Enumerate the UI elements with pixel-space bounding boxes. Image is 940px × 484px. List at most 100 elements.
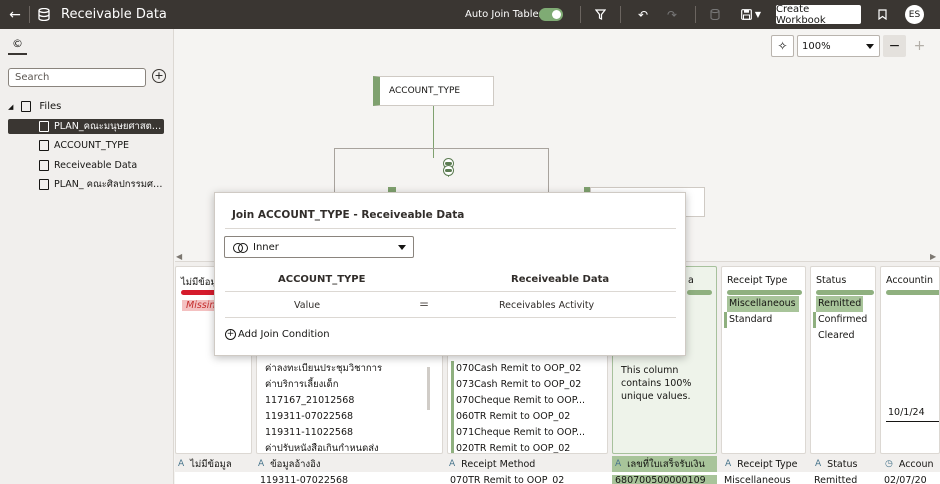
tree-item-plan-fine-arts[interactable]: PLAN_ คณะศิลปกรรมศาส... (8, 177, 164, 192)
folder-icon (21, 101, 32, 112)
add-join-condition-button[interactable]: + Add Join Condition (225, 329, 330, 340)
join-icon[interactable] (443, 165, 454, 176)
value-item: 070Cheque Remit to OOP... (450, 393, 585, 409)
divider (29, 6, 30, 23)
add-join-condition-label: Add Join Condition (238, 329, 330, 340)
chevron-down-icon (398, 245, 406, 250)
join-operator[interactable]: = (419, 297, 429, 311)
value-item: 119311-07022568 (265, 411, 354, 422)
auto-arrange-wand-icon[interactable]: ✧ (771, 35, 794, 57)
create-workbook-button[interactable]: Create Workbook (776, 4, 861, 26)
value-item: 020TR Remit to OOP_02 (450, 441, 585, 453)
zoom-value: 100% (802, 40, 831, 52)
column-header-receipt-method[interactable]: A Receipt Method (449, 456, 609, 472)
value-item: Miscellaneous (727, 296, 799, 312)
column-headers: A ไม่มีข้อมูล A ข้อมูลอ้างอิง A Receipt Met… (175, 456, 940, 472)
value-item: 073Cash Remit to OOP_02 (450, 377, 585, 393)
value-item: ค่าลงทะเบียนประชุมวิชาการ (265, 363, 383, 374)
text-type-icon: A (815, 459, 822, 469)
column-header-accounting[interactable]: ◷ Accoun (883, 456, 940, 472)
tree-item-account-type[interactable]: ACCOUNT_TYPE (8, 138, 164, 153)
value-item: Standard (724, 312, 799, 328)
value-item: 117167_21012568 (265, 395, 355, 406)
tree-item-receiveable-data[interactable]: Receiveable Data (8, 158, 164, 173)
chevron-down-icon (866, 44, 874, 49)
file-icon (39, 140, 49, 151)
column-header-receipt-number[interactable]: A เลขที่ใบเสร็จรับเงิน (612, 456, 717, 472)
value-item: 071Cheque Remit to OOP... (450, 425, 585, 441)
card-title: Receipt Type (727, 275, 788, 286)
join-dialog: Join ACCOUNT_TYPE - Receiveable Data Inn… (214, 192, 686, 356)
bookmark-icon[interactable] (873, 5, 891, 24)
zoom-out-button[interactable]: − (883, 35, 906, 57)
cell-receipt-type: Miscellaneous (724, 475, 791, 484)
join-type-value: Inner (253, 241, 279, 253)
zoom-select[interactable]: 100% (797, 35, 880, 57)
undo-icon[interactable]: ↶ (634, 5, 652, 24)
dataset-icon (37, 7, 51, 22)
tree-connector (334, 148, 548, 149)
top-bar: ← Receivable Data Auto Join Tables ↶ ↷ ▼… (0, 0, 940, 29)
cell-status: Remitted (814, 475, 858, 484)
divider (695, 6, 696, 23)
value-item: ค่าปรับหนังสือเกินกำหนดส่ง (265, 443, 379, 454)
scroll-left-icon[interactable]: ◀ (176, 252, 182, 261)
right-join-column[interactable]: Receivables Activity (499, 300, 594, 311)
card-title: Accountin (886, 275, 934, 286)
add-source-icon[interactable]: + (152, 69, 166, 83)
database-icon[interactable] (706, 5, 724, 24)
file-icon (39, 121, 49, 132)
scrollbar[interactable] (427, 367, 430, 410)
redo-icon[interactable]: ↷ (663, 5, 681, 24)
divider (620, 6, 621, 23)
value-item: Cleared (818, 330, 855, 341)
user-avatar[interactable]: ES (905, 5, 924, 24)
column-card-receipt-type[interactable]: Receipt Type Miscellaneous Standard (721, 266, 806, 454)
value-item: Confirmed (812, 312, 867, 328)
left-table-header: ACCOUNT_TYPE (278, 274, 366, 285)
left-join-column[interactable]: Value (294, 300, 320, 311)
node-account-type[interactable]: ACCOUNT_TYPE (373, 76, 494, 106)
save-dropdown-caret-icon[interactable]: ▼ (755, 10, 761, 19)
card-title: a (688, 275, 694, 286)
column-header-reference[interactable]: A ข้อมูลอ้างอิง (258, 456, 443, 472)
text-type-icon: A (178, 459, 185, 469)
cell-receipt-number: 680700500000109 (612, 475, 717, 484)
value-item: 119311-11022568 (265, 427, 354, 438)
tree-item-plan-humanities[interactable]: PLAN_คณะมนุษยศาสตร์แ... (8, 119, 164, 134)
tree-root-label: Files (39, 101, 62, 112)
save-icon[interactable]: ▼ (737, 5, 765, 24)
auto-join-label: Auto Join Tables (465, 9, 544, 20)
filter-icon[interactable] (591, 5, 609, 24)
column-card-status[interactable]: Status Remitted Confirmed Cleared (810, 266, 876, 454)
tree-root-files[interactable]: ◢ Files (8, 101, 61, 112)
search-input[interactable] (8, 68, 146, 87)
file-icon (39, 179, 49, 190)
scroll-right-icon[interactable]: ▶ (930, 252, 936, 261)
tree-connector (334, 148, 335, 192)
clock-type-icon: ◷ (885, 459, 893, 469)
unique-values-note: This column contains 100% unique values. (621, 365, 692, 402)
column-card-accounting[interactable]: Accountin 10/1/24 (880, 266, 940, 454)
divider (225, 291, 676, 292)
column-header-status[interactable]: A Status (813, 456, 879, 472)
column-header-receipt-type[interactable]: A Receipt Type (722, 456, 808, 472)
back-arrow-icon[interactable]: ← (5, 4, 25, 25)
text-type-icon: A (258, 459, 265, 469)
zoom-in-button[interactable]: + (908, 35, 931, 57)
expand-triangle-icon[interactable]: ◢ (8, 103, 13, 111)
data-panel: © + ◢ Files PLAN_คณะมนุษยศาสตร์แ... ACCO… (0, 29, 174, 484)
column-header-no-data[interactable]: A ไม่มีข้อมูล (178, 456, 253, 472)
join-connector (433, 106, 434, 158)
text-type-icon: A (725, 459, 732, 469)
page-title: Receivable Data (61, 7, 167, 22)
data-tab-icon[interactable]: © (8, 37, 27, 55)
text-type-icon: A (615, 459, 622, 469)
quality-bar (687, 290, 712, 295)
divider (225, 317, 676, 318)
join-type-select[interactable]: Inner (224, 236, 414, 258)
cell-reference: 119311-07022568 (260, 475, 349, 484)
quality-bar (816, 290, 874, 295)
cell-accounting: 02/07/20 (884, 475, 927, 484)
auto-join-toggle[interactable] (539, 8, 563, 21)
